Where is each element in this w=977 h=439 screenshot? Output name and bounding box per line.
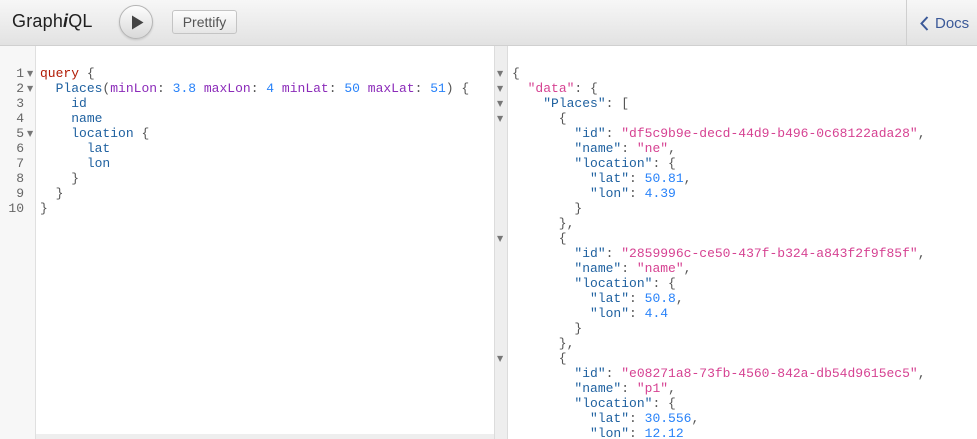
result-line: "data": { (527, 81, 598, 96)
line-number: 5 (16, 126, 24, 141)
result-line: "location": { (574, 156, 676, 171)
line-number: 3 (16, 96, 24, 111)
result-line: { (512, 351, 567, 366)
result-line: "id": "2859996c-ce50-437f-b324-a843f2f9f… (574, 246, 926, 261)
result-line: "id": "df5c9b9e-decd-44d9-b496-0c68122ad… (574, 126, 926, 141)
result-line: "Places": [ (543, 96, 630, 111)
prettify-button[interactable]: Prettify (172, 10, 237, 34)
result-line: "name": "p1", (574, 381, 676, 396)
docs-button[interactable]: Docs (920, 12, 969, 34)
line-number: 8 (16, 171, 24, 186)
result-viewer: { "data": { "Places": [ { "id": "df5c9b9… (508, 46, 977, 439)
result-line: "name": "name", (574, 261, 692, 276)
result-line: "lon": 4.4 (590, 306, 669, 321)
fold-arrow-icon[interactable]: ▼ (497, 351, 503, 366)
fold-arrow-icon[interactable]: ▼ (497, 81, 503, 96)
result-line: "location": { (574, 396, 676, 411)
line-number: 7 (16, 156, 24, 171)
result-line: { (512, 111, 567, 126)
result-line: "lat": 30.556, (590, 411, 700, 426)
result-line: "location": { (574, 276, 676, 291)
result-line: "name": "ne", (574, 141, 676, 156)
result-line: "lon": 12.12 (590, 426, 684, 439)
query-keyword: query (40, 66, 80, 81)
result-line: { (512, 231, 567, 246)
fold-arrow-icon[interactable]: ▼ (497, 231, 503, 246)
fold-arrow-icon[interactable]: ▼ (27, 126, 33, 141)
fold-arrow-icon[interactable]: ▼ (497, 66, 503, 81)
toolbar: GraphiQL Prettify Docs (0, 0, 977, 46)
places-field: Places (55, 81, 103, 96)
line-number: 10 (8, 201, 24, 216)
query-editor[interactable]: 1 ▼ 2 ▼ 3 4 5 ▼ 6 7 8 9 10 query { Place… (0, 46, 494, 439)
docs-divider (906, 0, 907, 46)
result-line: }, (512, 216, 575, 231)
play-icon (132, 15, 144, 30)
line-number: 9 (16, 186, 24, 201)
app-title: GraphiQL (12, 11, 93, 31)
execute-query-button[interactable] (119, 5, 153, 39)
editor-horizontal-scrollbar[interactable] (36, 434, 494, 439)
line-number: 2 (16, 81, 24, 96)
result-line: "lat": 50.8, (590, 291, 684, 306)
result-line: }, (512, 336, 575, 351)
result-line: } (512, 201, 583, 216)
line-number: 1 (16, 66, 24, 81)
result-line: "lat": 50.81, (590, 171, 692, 186)
result-line: } (512, 321, 583, 336)
fold-arrow-icon[interactable]: ▼ (27, 66, 33, 81)
result-line: "lon": 4.39 (590, 186, 676, 201)
result-line: "id": "e08271a8-73fb-4560-842a-db54d9615… (574, 366, 926, 381)
chevron-left-icon (920, 15, 929, 31)
docs-label: Docs (935, 14, 970, 32)
line-number: 6 (16, 141, 24, 156)
fold-arrow-icon[interactable]: ▼ (497, 96, 503, 111)
fold-arrow-icon[interactable]: ▼ (497, 111, 503, 126)
result-line: { (512, 66, 520, 81)
fold-arrow-icon[interactable]: ▼ (27, 81, 33, 96)
line-number: 4 (16, 111, 24, 126)
